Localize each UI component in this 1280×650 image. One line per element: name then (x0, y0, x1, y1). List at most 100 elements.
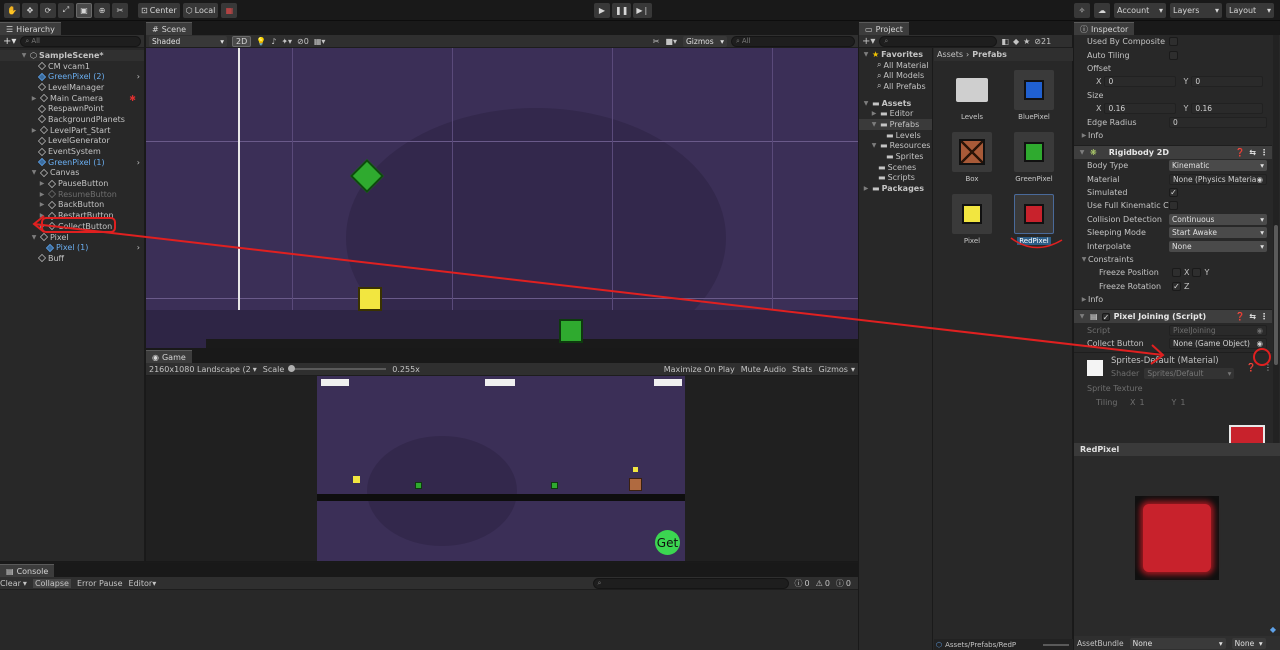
hierarchy-item-backbutton[interactable]: ▶ BackButton (0, 200, 144, 211)
stats-toggle[interactable]: Stats (792, 365, 812, 374)
tree-all-prefabs[interactable]: ⌕ All Prefabs (859, 81, 932, 92)
collapse-toggle[interactable]: Collapse (32, 578, 71, 588)
scene-viewport[interactable] (146, 48, 858, 348)
layers-dropdown[interactable]: Layers ▾ (1170, 2, 1222, 18)
light-icon[interactable]: 💡 (256, 37, 266, 46)
effects-icon[interactable]: ✦▾ (281, 37, 292, 46)
object-picker-icon[interactable]: ◉ (1256, 175, 1263, 184)
favorite-icon[interactable]: ★ (1023, 37, 1030, 46)
hierarchy-item-respawnpoint[interactable]: RespawnPoint (0, 103, 144, 114)
interpolate-dropdown[interactable]: None ▾ (1169, 240, 1267, 252)
console-search-input[interactable]: ⌕ (592, 577, 789, 589)
grid-snap-icon[interactable]: ▦ (221, 2, 238, 18)
size-x-field[interactable]: 0.16 (1104, 103, 1177, 115)
info-foldout[interactable]: Info (1088, 131, 1103, 140)
step-button[interactable]: ▶❘ (633, 2, 653, 18)
add-icon[interactable]: +▾ (862, 36, 875, 47)
play-button[interactable]: ▶ (594, 2, 610, 18)
component-enabled-checkbox[interactable]: ✓ (1101, 312, 1110, 321)
object-picker-icon[interactable]: ◉ (1256, 339, 1263, 348)
hierarchy-item-buff[interactable]: Buff (0, 253, 144, 264)
hidden-objects-icon[interactable]: ⊘0 (297, 37, 309, 46)
breadcrumb-prefabs[interactable]: Prefabs (972, 50, 1007, 59)
mute-audio-toggle[interactable]: Mute Audio (741, 365, 786, 374)
tab-scene[interactable]: # Scene (146, 22, 193, 35)
restart-ui-button[interactable] (654, 379, 682, 386)
tree-resources[interactable]: ▼ ▬ Resources (859, 141, 932, 152)
hierarchy-item-levelmanager[interactable]: LevelManager (0, 82, 144, 93)
freeze-rot-z-checkbox[interactable]: ✓ (1172, 281, 1181, 291)
tree-prefabs[interactable]: ▼ ▬ Prefabs (859, 119, 932, 130)
tree-assets[interactable]: ▼ ▬ Assets (859, 98, 932, 109)
size-y-field[interactable]: 0.16 (1191, 103, 1264, 115)
auto-tiling-checkbox[interactable] (1169, 50, 1178, 60)
label-icon[interactable]: ◆ (1270, 625, 1276, 634)
get-collect-button[interactable]: Get (655, 530, 680, 555)
game-render[interactable]: Get (317, 376, 685, 561)
info-foldout-2[interactable]: Info (1088, 295, 1103, 304)
hierarchy-item-backgroundplanets[interactable]: BackgroundPlanets (0, 114, 144, 125)
filter-type-icon[interactable]: ◧ (1001, 37, 1009, 46)
back-ui-button[interactable] (485, 379, 515, 386)
tree-scenes[interactable]: ▬ Scenes (859, 162, 932, 173)
hierarchy-item-levelpart-start[interactable]: ▶ LevelPart_Start (0, 125, 144, 136)
asset-levels[interactable]: Levels (952, 70, 992, 121)
hierarchy-search-input[interactable]: ⌕ All (20, 35, 141, 47)
custom-tool-icon[interactable]: ✂ (112, 2, 128, 18)
menu-icon[interactable]: ⋮ (1260, 148, 1268, 157)
collab-icon[interactable]: ✧ (1074, 2, 1090, 18)
slider-handle[interactable] (288, 365, 296, 372)
help-icon[interactable]: ❓ (1235, 148, 1245, 157)
pivot-center-button[interactable]: ⊡ Center (138, 2, 180, 18)
transform-tool-icon[interactable]: ⊕ (94, 2, 110, 18)
icon-size-slider[interactable] (1043, 643, 1069, 646)
rigidbody2d-header[interactable]: ▼ ❋ Rigidbody 2D ❓ ⇆ ⋮ (1074, 145, 1272, 160)
menu-icon[interactable]: ⋮ (1260, 312, 1268, 321)
collect-button-field[interactable]: None (Game Object) ◉ (1169, 338, 1267, 349)
grid-toggle-icon[interactable]: ▦▾ (314, 37, 326, 46)
pause-button[interactable]: ❚❚ (612, 2, 632, 18)
log-count[interactable]: ⓘ 0 (795, 578, 810, 589)
simulated-checkbox[interactable]: ✓ (1169, 188, 1178, 198)
hand-tool-icon[interactable]: ✋ (4, 2, 20, 18)
body-type-dropdown[interactable]: Kinematic ▾ (1169, 160, 1267, 172)
full-kinematic-checkbox[interactable] (1169, 201, 1178, 211)
tab-inspector[interactable]: ⓘ Inspector (1074, 22, 1135, 35)
clear-dropdown[interactable]: Clear ▾ (0, 579, 27, 588)
scene-row[interactable]: ▼ ⬡ SampleScene* (0, 50, 144, 61)
hierarchy-item-greenpixel-2[interactable]: GreenPixel (2) › (0, 71, 144, 82)
add-icon[interactable]: +▾ (3, 36, 16, 47)
resolution-dropdown[interactable]: 2160x1080 Landscape (2 ▾ (149, 365, 257, 374)
help-icon[interactable]: ❓ (1246, 363, 1256, 372)
scale-slider[interactable] (288, 365, 387, 372)
material-field[interactable]: None (Physics Materia ◉ (1169, 173, 1267, 185)
warning-count[interactable]: ⚠ 0 (816, 579, 830, 588)
freeze-pos-x-checkbox[interactable] (1172, 268, 1181, 278)
editor-dropdown[interactable]: Editor ▾ (129, 579, 157, 588)
asset-bundle-variant-dropdown[interactable]: None ▾ (1231, 637, 1266, 649)
2d-toggle[interactable]: 2D (232, 35, 252, 47)
tree-packages[interactable]: ▶ ▬ Packages (859, 183, 932, 194)
inspector-scrollbar[interactable] (1273, 35, 1279, 450)
preview-header[interactable]: RedPixel (1074, 443, 1280, 456)
hierarchy-item-collectbutton[interactable]: ▶ CollectButton (0, 221, 144, 232)
cloud-icon[interactable]: ☁ (1094, 2, 1110, 18)
tree-all-materials[interactable]: ⌕ All Material (859, 60, 932, 71)
rotate-tool-icon[interactable]: ⟳ (40, 2, 56, 18)
material-header[interactable]: Sprites-Default (Material) Shader Sprites… (1074, 352, 1272, 382)
tab-project[interactable]: ▭ Project (859, 22, 909, 35)
hierarchy-item-greenpixel-1[interactable]: GreenPixel (1) › (0, 157, 144, 168)
yellow-pixel-sprite[interactable] (358, 287, 382, 311)
offset-x-field[interactable]: 0 (1104, 76, 1177, 88)
hierarchy-item-pausebutton[interactable]: ▶ PauseButton (0, 178, 144, 189)
breadcrumb-assets[interactable]: Assets (937, 50, 963, 59)
maximize-on-play-toggle[interactable]: Maximize On Play (664, 365, 735, 374)
tab-console[interactable]: ▤ Console (0, 564, 55, 577)
collision-detection-dropdown[interactable]: Continuous ▾ (1169, 213, 1267, 225)
tree-sprites[interactable]: ▬ Sprites (859, 151, 932, 162)
scale-tool-icon[interactable]: ⤢ (58, 2, 74, 18)
sleeping-mode-dropdown[interactable]: Start Awake ▾ (1169, 227, 1267, 239)
tree-levels[interactable]: ▬ Levels (859, 130, 932, 141)
gizmos-dropdown[interactable]: Gizmos ▾ (683, 35, 727, 47)
audio-icon[interactable]: ♪ (271, 37, 276, 46)
